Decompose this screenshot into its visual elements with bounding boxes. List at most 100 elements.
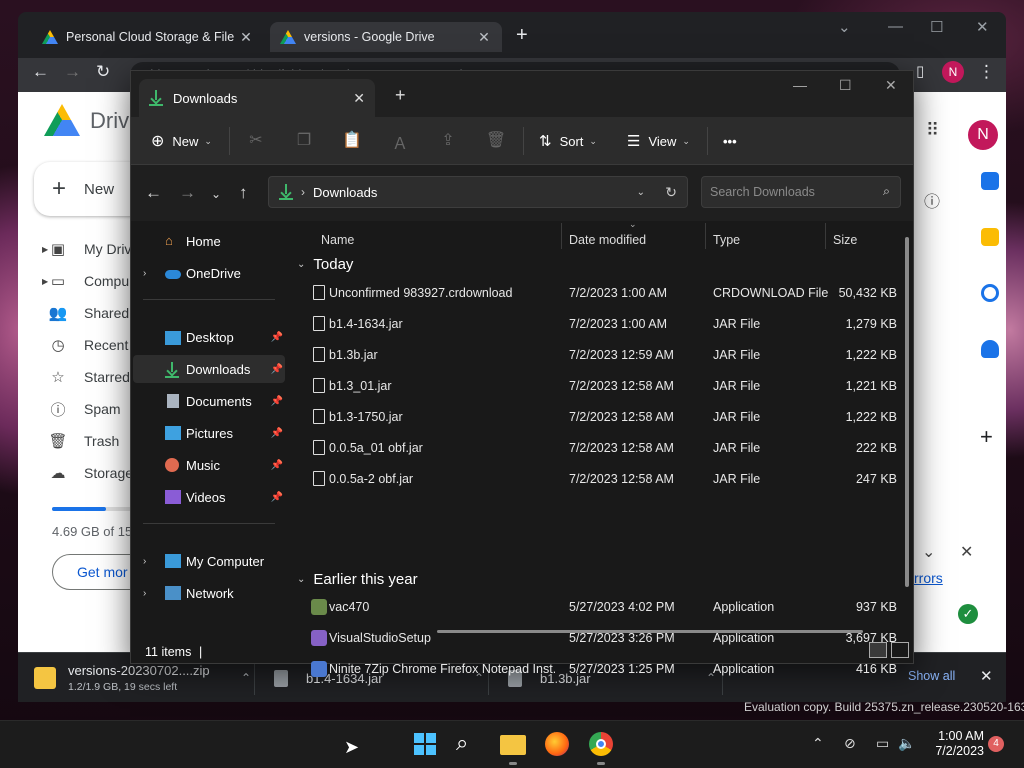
profile-avatar[interactable]: N bbox=[942, 61, 964, 83]
chrome-tab-personal-cloud[interactable]: Personal Cloud Storage & File Sh ✕ bbox=[32, 22, 264, 52]
chevron-up-icon[interactable]: ⌃ bbox=[241, 671, 251, 685]
forward-icon[interactable]: → bbox=[179, 183, 196, 203]
pin-icon[interactable]: 📌 bbox=[271, 460, 283, 471]
close-icon[interactable]: ✕ bbox=[960, 542, 973, 562]
explorer-address-bar[interactable]: › Downloads ⌄ ↻ bbox=[268, 176, 688, 208]
pin-icon[interactable]: 📌 bbox=[271, 428, 283, 439]
vertical-scrollbar[interactable] bbox=[905, 237, 909, 587]
firefox-icon[interactable] bbox=[544, 731, 570, 757]
calendar-icon[interactable] bbox=[981, 172, 999, 190]
sidebar-icon[interactable]: ▯ bbox=[916, 62, 924, 80]
paste-icon[interactable]: 📋 bbox=[341, 130, 363, 152]
file-row[interactable]: 0.0.5a-2 obf.jar 7/2/2023 12:58 AM JAR Fil… bbox=[289, 464, 897, 495]
share-icon[interactable]: ⇪ bbox=[437, 130, 459, 152]
nav-item-home[interactable]: ⌂ Home bbox=[133, 227, 285, 255]
pin-icon[interactable]: 📌 bbox=[271, 364, 283, 375]
view-button[interactable]: ☰ View ⌄ bbox=[627, 117, 690, 165]
minimize-button[interactable]: — bbox=[793, 77, 807, 93]
new-tab-button[interactable]: + bbox=[516, 24, 528, 47]
search-icon[interactable]: ⌕ bbox=[456, 731, 482, 757]
see-more-button[interactable]: ••• bbox=[723, 117, 737, 165]
chevron-right-icon[interactable]: › bbox=[143, 588, 146, 599]
horizontal-scrollbar[interactable] bbox=[437, 630, 863, 633]
nav-item-my-computer[interactable]: › My Computer bbox=[133, 547, 285, 575]
maximize-button[interactable]: ☐ bbox=[839, 77, 852, 94]
close-icon[interactable]: ✕ bbox=[476, 29, 492, 46]
nav-item-documents[interactable]: Documents 📌 bbox=[133, 387, 285, 415]
tab-search-icon[interactable]: ⌄ bbox=[838, 18, 851, 36]
sort-button[interactable]: ⇅ Sort ⌄ bbox=[539, 117, 597, 165]
notification-badge[interactable]: 4 bbox=[988, 736, 1004, 752]
apps-grid-icon[interactable]: ⠿ bbox=[926, 120, 939, 141]
add-addon-icon[interactable]: + bbox=[980, 424, 993, 450]
tasks-icon[interactable] bbox=[981, 284, 999, 302]
file-row[interactable]: 0.0.5a_01 obf.jar 7/2/2023 12:58 AM JAR Fi… bbox=[289, 433, 897, 464]
file-row[interactable]: b1.4-1634.jar 7/2/2023 1:00 AM JAR File 1,2… bbox=[289, 309, 897, 340]
delete-icon[interactable]: 🗑 bbox=[485, 130, 507, 152]
close-icon[interactable]: ✕ bbox=[353, 90, 365, 107]
explorer-tab-downloads[interactable]: Downloads ✕ bbox=[139, 79, 375, 117]
nav-item-network[interactable]: › Network bbox=[133, 579, 285, 607]
maximize-button[interactable]: ☐ bbox=[930, 18, 943, 36]
menu-icon[interactable]: ⋮ bbox=[978, 62, 995, 82]
back-icon[interactable]: ← bbox=[145, 183, 162, 203]
file-row[interactable]: b1.3_01.jar 7/2/2023 12:58 AM JAR File 1,22… bbox=[289, 371, 897, 402]
chrome-icon[interactable] bbox=[588, 731, 614, 765]
close-icon[interactable]: ✕ bbox=[238, 29, 254, 46]
volume-icon[interactable]: 🔈 bbox=[898, 735, 915, 752]
taskbar-clock[interactable]: 1:00 AM 7/2/2023 bbox=[928, 729, 984, 759]
file-row[interactable]: vac470 5/27/2023 4:02 PM Application 937 KB bbox=[289, 592, 897, 623]
show-all-downloads-link[interactable]: Show all bbox=[908, 669, 955, 683]
minimize-button[interactable]: — bbox=[888, 18, 903, 35]
column-header-size[interactable]: Size bbox=[833, 233, 857, 247]
nav-item-music[interactable]: Music 📌 bbox=[133, 451, 285, 479]
chevron-down-icon[interactable]: ⌄ bbox=[922, 542, 935, 562]
pin-icon[interactable]: 📌 bbox=[271, 492, 283, 503]
close-window-button[interactable]: ✕ bbox=[885, 77, 897, 94]
close-downloads-bar-button[interactable]: ✕ bbox=[980, 667, 993, 685]
info-icon[interactable]: ⓘ bbox=[924, 188, 940, 212]
keep-icon[interactable] bbox=[981, 228, 999, 246]
file-row[interactable]: b1.3b.jar 7/2/2023 12:59 AM JAR File 1,222 … bbox=[289, 340, 897, 371]
refresh-icon[interactable]: ↻ bbox=[665, 184, 677, 201]
expand-icon[interactable]: ▶ bbox=[42, 277, 48, 286]
details-view-toggle[interactable] bbox=[869, 642, 887, 658]
nav-item-desktop[interactable]: Desktop 📌 bbox=[133, 323, 285, 351]
close-window-button[interactable]: ✕ bbox=[976, 18, 989, 36]
new-tab-button[interactable]: + bbox=[395, 85, 406, 106]
start-button[interactable] bbox=[412, 731, 438, 757]
network-off-icon[interactable]: ⊘ bbox=[844, 735, 856, 752]
drive-profile-avatar[interactable]: N bbox=[968, 120, 998, 150]
nav-item-pictures[interactable]: Pictures 📌 bbox=[133, 419, 285, 447]
group-header-today[interactable]: ⌄ Today bbox=[297, 251, 353, 277]
file-row[interactable]: Unconfirmed 983927.crdownload 7/2/2023 1:… bbox=[289, 278, 897, 309]
column-header-name[interactable]: Name bbox=[321, 233, 354, 247]
column-header-date[interactable]: Date modified bbox=[569, 233, 646, 247]
display-icon[interactable]: ▭ bbox=[876, 735, 889, 752]
group-header-earlier[interactable]: ⌄ Earlier this year bbox=[297, 566, 418, 592]
chevron-right-icon[interactable]: › bbox=[143, 268, 146, 279]
errors-link[interactable]: rrors bbox=[914, 570, 943, 586]
up-icon[interactable]: ↑ bbox=[239, 183, 248, 203]
chevron-right-icon[interactable]: › bbox=[143, 556, 146, 567]
file-explorer-taskbar-icon[interactable] bbox=[500, 731, 526, 765]
reload-icon[interactable]: ↻ bbox=[96, 62, 110, 82]
cut-icon[interactable]: ✂ bbox=[245, 130, 267, 152]
expand-icon[interactable]: ▶ bbox=[42, 245, 48, 254]
recent-locations-icon[interactable]: ⌄ bbox=[211, 187, 221, 201]
forward-icon[interactable]: → bbox=[64, 62, 81, 82]
nav-item-videos[interactable]: Videos 📌 bbox=[133, 483, 285, 511]
contacts-icon[interactable] bbox=[981, 340, 999, 358]
show-hidden-icons-icon[interactable]: ⌃ bbox=[812, 735, 824, 752]
file-row[interactable]: b1.3-1750.jar 7/2/2023 12:58 AM JAR File 1,… bbox=[289, 402, 897, 433]
chevron-down-icon[interactable]: ⌄ bbox=[637, 187, 645, 198]
nav-item-downloads[interactable]: Downloads 📌 bbox=[133, 355, 285, 383]
back-icon[interactable]: ← bbox=[32, 62, 49, 82]
column-header-type[interactable]: Type bbox=[713, 233, 740, 247]
search-input[interactable]: Search Downloads ⌕ bbox=[701, 176, 901, 208]
chrome-tab-versions[interactable]: versions - Google Drive ✕ bbox=[270, 22, 502, 52]
breadcrumb[interactable]: Downloads bbox=[313, 185, 377, 200]
new-item-button[interactable]: ⊕ New ⌄ bbox=[151, 117, 212, 165]
pin-icon[interactable]: 📌 bbox=[271, 396, 283, 407]
pin-icon[interactable]: 📌 bbox=[271, 332, 283, 343]
